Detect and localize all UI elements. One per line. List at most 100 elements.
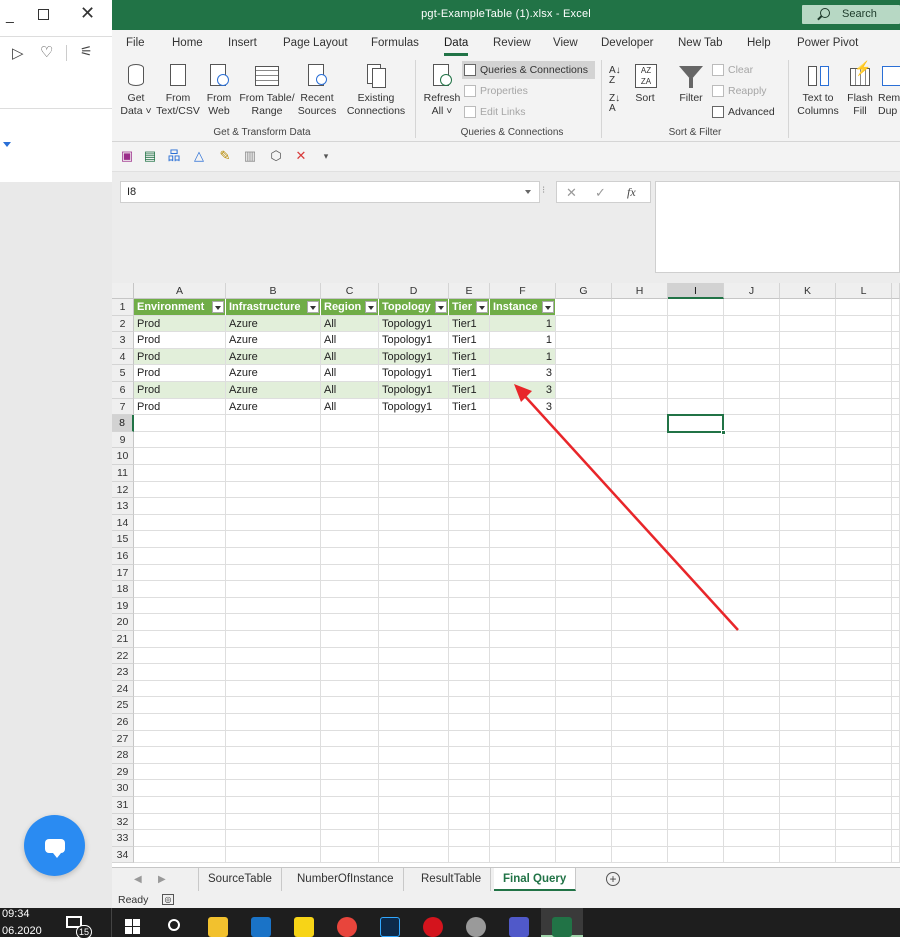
- advanced-button[interactable]: Advanced: [710, 103, 780, 121]
- group-label-queries: Queries & Connections: [460, 127, 564, 138]
- tab-help[interactable]: Help: [747, 37, 771, 49]
- clear-filter-icon: [712, 64, 724, 76]
- chrome-icon[interactable]: [337, 917, 357, 937]
- group-label-get-transform: Get & Transform Data: [213, 127, 311, 138]
- chat-icon: [44, 838, 65, 858]
- text-file-icon: [166, 62, 190, 90]
- search-label: Search: [842, 8, 877, 20]
- edit-links-button[interactable]: Edit Links: [462, 103, 572, 121]
- piggy-bank-icon[interactable]: ⬡: [269, 149, 283, 163]
- chevron-down-icon[interactable]: [3, 142, 11, 147]
- send-icon[interactable]: ▷: [12, 44, 24, 62]
- outlook-icon[interactable]: [251, 917, 271, 937]
- opera-icon[interactable]: [423, 917, 443, 937]
- get-data-label-2: Data ˅: [120, 105, 152, 117]
- tab-home[interactable]: Home: [172, 37, 203, 49]
- from-table-range-button[interactable]: From Table/ Range: [238, 62, 296, 118]
- divider: [111, 908, 112, 937]
- get-data-button[interactable]: Get Data ˅: [118, 62, 154, 118]
- text-to-columns-button[interactable]: Text to Columns: [794, 62, 842, 118]
- tab-data[interactable]: Data: [444, 37, 468, 49]
- paste-icon[interactable]: ▥: [243, 149, 257, 163]
- tab-view[interactable]: View: [553, 37, 578, 49]
- sheet-tab-numberofinstance[interactable]: NumberOfInstance: [288, 868, 404, 891]
- file-explorer-icon[interactable]: [208, 917, 228, 937]
- refresh-all-button[interactable]: Refresh All ˅: [422, 62, 462, 118]
- funnel-icon: [679, 62, 703, 90]
- search-icon[interactable]: [168, 919, 180, 931]
- clear-button[interactable]: Clear: [710, 61, 780, 79]
- format-painter-icon[interactable]: ✎: [218, 149, 232, 163]
- from-web-button[interactable]: From Web: [202, 62, 236, 118]
- close-icon[interactable]: ✕: [80, 4, 95, 22]
- queries-connections-button[interactable]: Queries & Connections: [462, 61, 595, 79]
- sheet-tab-sourcetable[interactable]: SourceTable: [199, 868, 282, 891]
- tab-developer[interactable]: Developer: [601, 37, 653, 49]
- enter-icon[interactable]: ✓: [595, 185, 606, 201]
- properties-label: Properties: [480, 85, 528, 97]
- insert-function-button[interactable]: fx: [627, 185, 636, 200]
- tab-formulas[interactable]: Formulas: [371, 37, 419, 49]
- clock-time[interactable]: 09:34: [2, 908, 30, 920]
- quick-access-toolbar: ▣ ▤ 品 △ ✎ ▥ ⬡ ✕ ▾: [112, 142, 900, 172]
- sort-button[interactable]: AZ ZA Sort: [630, 62, 660, 105]
- filter-button[interactable]: Filter: [674, 62, 708, 105]
- chat-button[interactable]: [24, 815, 85, 876]
- app-icon[interactable]: [466, 917, 486, 937]
- clear-label: Clear: [728, 64, 754, 76]
- triangle-icon[interactable]: △: [192, 149, 206, 163]
- sort-za-icon[interactable]: Z↓ A: [609, 94, 620, 114]
- excel-icon[interactable]: [552, 917, 572, 937]
- tab-power-pivot[interactable]: Power Pivot: [797, 37, 858, 49]
- teams-icon[interactable]: [509, 917, 529, 937]
- customize-toolbar-icon[interactable]: ▾: [319, 149, 333, 163]
- tab-review[interactable]: Review: [493, 37, 531, 49]
- photoshop-icon[interactable]: [380, 917, 400, 937]
- hierarchy-icon[interactable]: 品: [167, 149, 181, 163]
- group-label-sort-filter: Sort & Filter: [668, 127, 722, 138]
- name-box[interactable]: I8: [120, 181, 540, 203]
- chevron-down-icon[interactable]: [525, 190, 531, 194]
- remove-duplicates-button[interactable]: Rem Dup: [878, 62, 900, 118]
- sheet-tabs-bar: ◀ ▶ SourceTable NumberOfInstance ResultT…: [112, 867, 900, 891]
- cancel-icon[interactable]: ✕: [566, 185, 577, 201]
- reapply-button[interactable]: Reapply: [710, 82, 780, 100]
- minimize-icon[interactable]: _: [6, 8, 20, 22]
- windows-start-icon[interactable]: [125, 917, 145, 937]
- chevron-right-icon[interactable]: ▶: [158, 874, 166, 885]
- sticky-notes-icon[interactable]: [294, 917, 314, 937]
- edit-links-label: Edit Links: [480, 106, 526, 118]
- add-sheet-button[interactable]: +: [606, 872, 620, 886]
- save-icon[interactable]: ▣: [120, 149, 134, 163]
- tab-page-layout[interactable]: Page Layout: [283, 37, 348, 49]
- formula-input[interactable]: [655, 181, 900, 273]
- properties-button[interactable]: Properties: [462, 82, 572, 100]
- database-icon: [124, 62, 148, 90]
- remove-duplicates-icon: [880, 62, 900, 90]
- settings-sliders-icon[interactable]: ⚟: [80, 43, 93, 60]
- new-file-icon[interactable]: ▤: [143, 149, 157, 163]
- queries-icon: [464, 64, 476, 76]
- spreadsheet-grid[interactable]: ABCDEFGHIJKL 1 2 3 4 5 6 7 8 9 10 11 12 13 14 15 16 17 18…: [112, 283, 900, 867]
- restore-icon[interactable]: [38, 9, 49, 20]
- status-bar: Ready ◎: [112, 891, 900, 909]
- sheet-tab-resulttable[interactable]: ResultTable: [412, 868, 492, 891]
- sort-az-icon[interactable]: A↓ Z: [609, 66, 621, 86]
- chevron-left-icon[interactable]: ◀: [134, 874, 142, 885]
- search-input[interactable]: Search: [802, 5, 900, 24]
- from-text-label-2: Text/CSV: [156, 105, 200, 117]
- delete-icon[interactable]: ✕: [294, 149, 308, 163]
- ribbon: Get Data ˅ From Text/CSV From Web From T…: [112, 56, 900, 142]
- macro-record-icon[interactable]: ◎: [162, 894, 174, 905]
- from-text-csv-button[interactable]: From Text/CSV: [156, 62, 200, 118]
- clock-date[interactable]: 06.2020: [2, 925, 42, 937]
- flash-fill-button[interactable]: ⚡ Flash Fill: [844, 61, 876, 118]
- existing-connections-button[interactable]: Existing Connections: [344, 62, 408, 118]
- recent-sources-button[interactable]: Recent Sources: [296, 62, 338, 118]
- splitter-dots-icon[interactable]: ⁝: [542, 185, 545, 196]
- heart-icon[interactable]: ♡: [40, 43, 53, 61]
- tab-file[interactable]: File: [126, 37, 145, 49]
- sheet-tab-final-query[interactable]: Final Query: [494, 868, 577, 891]
- tab-new-tab[interactable]: New Tab: [678, 37, 723, 49]
- tab-insert[interactable]: Insert: [228, 37, 257, 49]
